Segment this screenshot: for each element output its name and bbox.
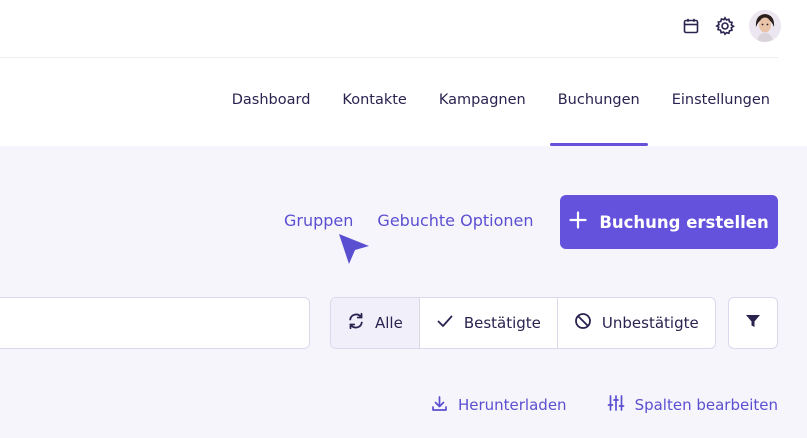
create-booking-button[interactable]: Buchung erstellen [560, 195, 778, 249]
segment-all[interactable]: Alle [331, 298, 419, 348]
block-icon [574, 312, 592, 334]
filter-button[interactable] [728, 297, 778, 349]
plus-icon [569, 211, 587, 233]
search-input[interactable] [0, 297, 310, 349]
main-nav: Dashboard Kontakte Kampagnen Buchungen E… [216, 0, 786, 146]
segment-unconfirmed[interactable]: Unbestätigte [556, 298, 715, 348]
segment-confirmed[interactable]: Bestätigte [418, 298, 557, 348]
groups-link[interactable]: Gruppen [284, 211, 353, 230]
table-actions: Herunterladen Spalten bearbeiten [431, 394, 778, 416]
edit-columns-label: Spalten bearbeiten [634, 396, 778, 414]
segment-all-label: Alle [375, 314, 403, 332]
edit-columns-button[interactable]: Spalten bearbeiten [607, 394, 778, 416]
check-icon [436, 312, 454, 334]
top-bar: Dashboard Kontakte Kampagnen Buchungen E… [0, 0, 807, 146]
nav-item-kampagnen[interactable]: Kampagnen [423, 92, 542, 108]
download-label: Herunterladen [457, 396, 567, 414]
mouse-pointer-icon [337, 232, 371, 270]
nav-item-kontakte[interactable]: Kontakte [326, 92, 422, 108]
secondary-links: Gruppen Gebuchte Optionen [284, 211, 533, 230]
segment-unconfirmed-label: Unbestätigte [601, 314, 699, 332]
booked-options-link[interactable]: Gebuchte Optionen [377, 211, 533, 230]
download-button[interactable]: Herunterladen [431, 394, 567, 416]
filter-icon [745, 313, 761, 333]
refresh-icon [347, 312, 365, 334]
download-icon [431, 395, 448, 416]
nav-item-dashboard[interactable]: Dashboard [216, 92, 327, 108]
sliders-icon [607, 394, 625, 416]
nav-item-einstellungen[interactable]: Einstellungen [656, 92, 786, 108]
booking-status-filter: Alle Bestätigte Unbestätigte [330, 297, 716, 349]
create-booking-label: Buchung erstellen [599, 212, 769, 232]
nav-item-buchungen[interactable]: Buchungen [542, 92, 656, 146]
segment-confirmed-label: Bestätigte [463, 314, 541, 332]
